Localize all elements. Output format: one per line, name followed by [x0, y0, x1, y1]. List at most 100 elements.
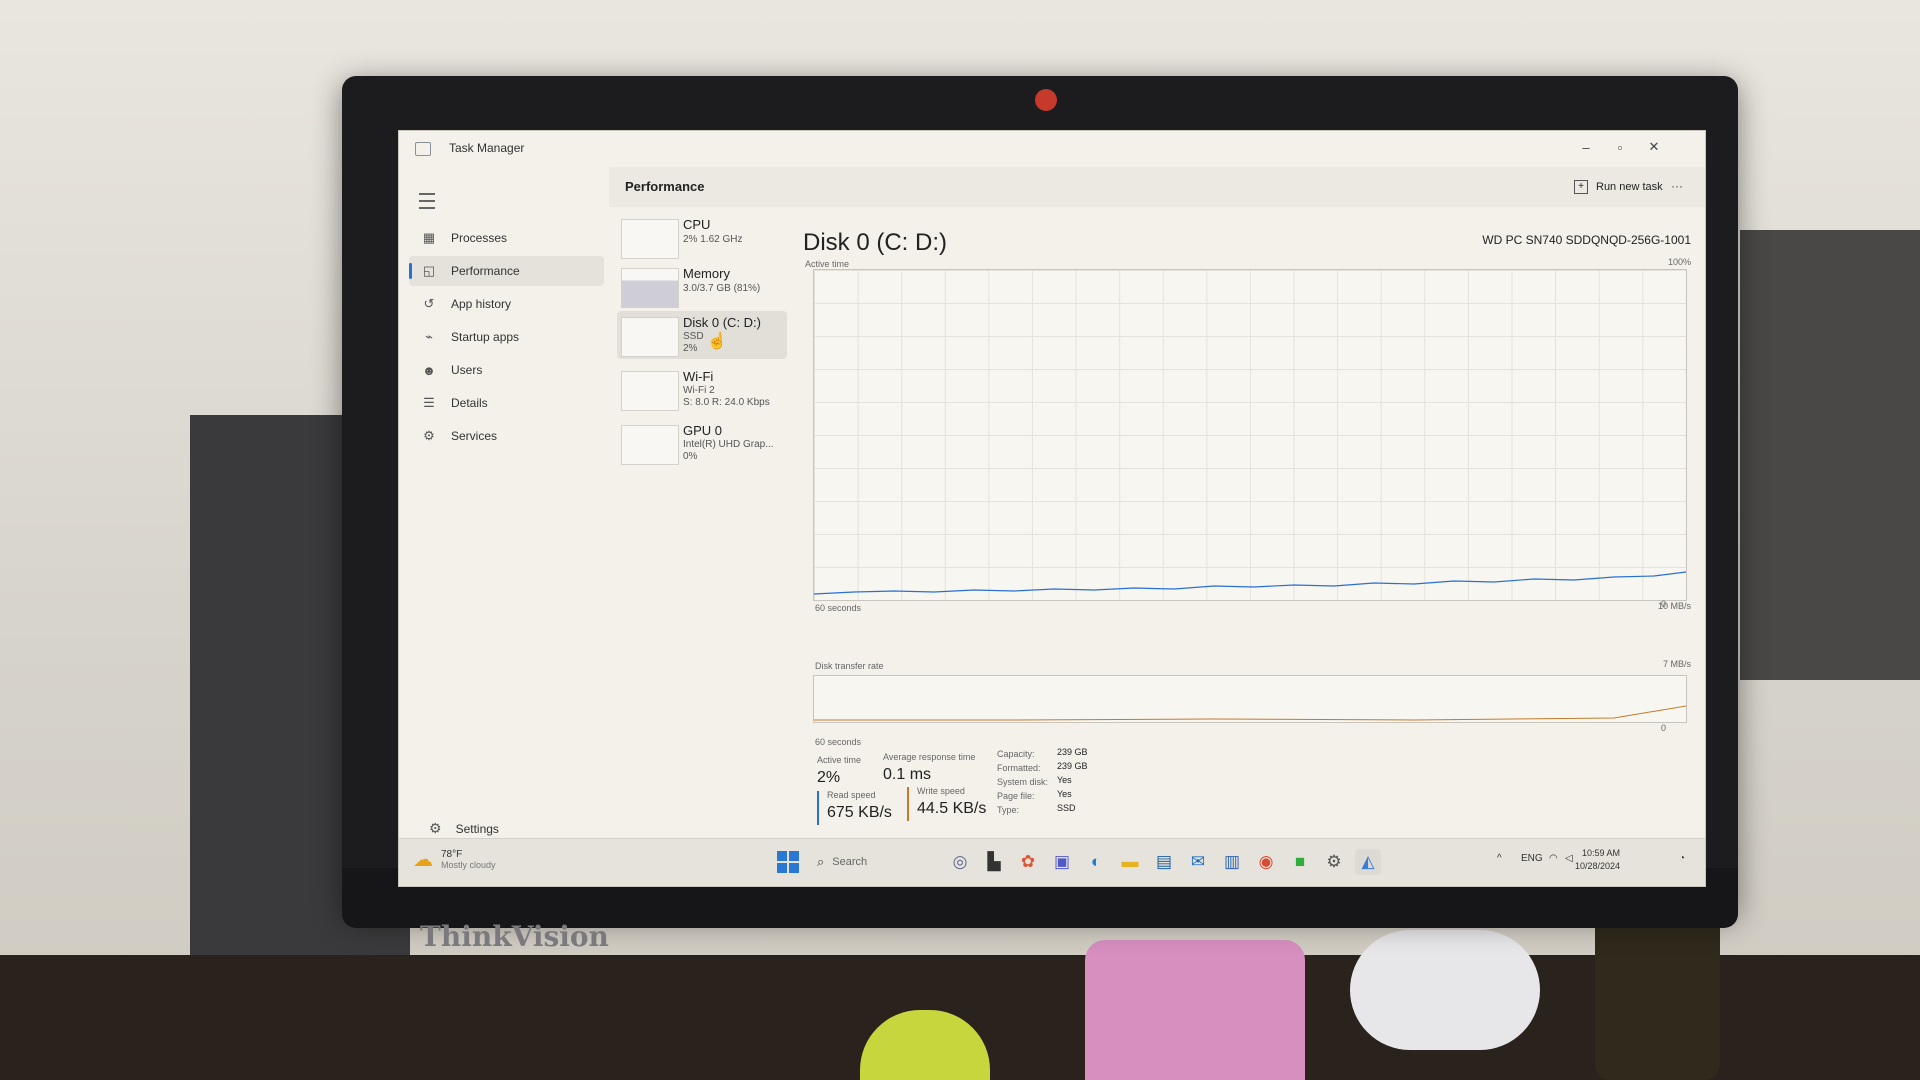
resource-tile-disk[interactable]: Disk 0 (C: D:) SSD 2% ☝: [617, 311, 787, 359]
active-time-stat-label: Active time: [817, 755, 862, 765]
system-clock[interactable]: 10:59 AM 10/28/2024: [1575, 847, 1620, 873]
search-placeholder: Search: [832, 856, 868, 868]
performance-icon: ◱: [422, 263, 436, 278]
memory-thumbnail: [621, 268, 679, 308]
sidebar-item-services[interactable]: ⚙ Services: [409, 421, 604, 451]
write-speed-label: Write speed: [917, 786, 965, 796]
type-value: SSD: [1057, 803, 1076, 813]
mouse-pointer-icon: ☝: [707, 333, 727, 350]
active-time-line: [814, 571, 1686, 595]
sidebar-item-label: Processes: [451, 231, 508, 245]
resource-usage: 2%: [683, 343, 698, 354]
minimize-button[interactable]: –: [1569, 135, 1603, 159]
sidebar-item-startup-apps[interactable]: ⌁ Startup apps: [409, 322, 604, 352]
resource-tile-memory[interactable]: Memory 3.0/3.7 GB (81%): [617, 262, 787, 310]
task-manager-taskbar-icon[interactable]: ◭: [1355, 849, 1381, 875]
title-bar[interactable]: Task Manager – ▫ ✕: [399, 131, 1705, 167]
transfer-rate-label: Disk transfer rate: [815, 661, 884, 671]
resource-tile-cpu[interactable]: CPU 2% 1.62 GHz: [617, 213, 787, 261]
seconds-label-2: 60 seconds: [815, 737, 862, 747]
wifi-icon[interactable]: ◠: [1549, 853, 1558, 864]
write-speed-stat: 44.5 KB/s: [917, 800, 987, 817]
edge-icon[interactable]: ◐: [1083, 849, 1109, 875]
resource-name: CPU: [683, 217, 711, 232]
photos-icon[interactable]: ✿: [1015, 849, 1041, 875]
app-icon[interactable]: ▥: [1219, 849, 1245, 875]
resource-list: CPU 2% 1.62 GHz Memory 3.0/3.7 GB (81%) …: [609, 207, 794, 886]
file-explorer-icon[interactable]: ▬: [1117, 849, 1143, 875]
transfer-rate-graph: [813, 675, 1687, 723]
resource-name: Wi-Fi: [683, 369, 714, 384]
run-task-icon: +: [1574, 180, 1588, 194]
services-icon: ⚙: [423, 428, 435, 443]
resource-detail: SSD: [683, 331, 704, 342]
page-file-value: Yes: [1057, 789, 1072, 799]
maximize-button[interactable]: ▫: [1603, 135, 1637, 159]
active-time-stat: 2%: [817, 769, 841, 786]
sidebar-item-processes[interactable]: ▦ Processes: [409, 223, 604, 253]
weather-widget[interactable]: ☁ 78°F Mostly cloudy: [413, 847, 496, 872]
sidebar-item-label: Details: [451, 396, 488, 410]
webcam-cover: [1035, 89, 1057, 111]
settings-button[interactable]: ⚙ Settings: [429, 820, 499, 837]
transfer-max-label: 10 MB/s: [1657, 601, 1691, 611]
more-options-button[interactable]: ···: [1671, 179, 1683, 193]
resource-tile-gpu[interactable]: GPU 0 Intel(R) UHD Grap... 0%: [617, 419, 787, 467]
sidebar-item-label: App history: [451, 297, 512, 311]
weather-temp: 78°F: [441, 849, 463, 860]
clock-time: 10:59 AM: [1582, 848, 1621, 858]
capacity-label: Capacity:: [997, 749, 1035, 759]
sidebar-item-users[interactable]: ☻ Users: [409, 355, 604, 385]
resource-name: Memory: [683, 266, 730, 281]
dark-jar: [1595, 905, 1720, 1080]
history-icon: ↺: [423, 296, 435, 311]
clock-date: 10/28/2024: [1575, 861, 1621, 871]
task-view-icon[interactable]: ▙: [981, 849, 1007, 875]
formatted-value: 239 GB: [1057, 761, 1088, 771]
content-header: Performance + Run new task ···: [609, 167, 1705, 207]
mail-icon[interactable]: ✉: [1185, 849, 1211, 875]
notification-bell-icon[interactable]: ◔: [1679, 853, 1685, 864]
hamburger-menu-icon[interactable]: [419, 193, 435, 209]
chrome-icon[interactable]: ◉: [1253, 849, 1279, 875]
read-speed-stat: 675 KB/s: [827, 804, 892, 821]
sidebar: ▦ Processes ◱ Performance ↺ App history …: [399, 167, 609, 886]
transfer-zero-label: 0: [1661, 723, 1667, 733]
task-manager-icon: [415, 142, 431, 156]
disk-title: Disk 0 (C: D:): [803, 229, 947, 256]
store-icon[interactable]: ▤: [1151, 849, 1177, 875]
sidebar-item-performance[interactable]: ◱ Performance: [409, 256, 604, 286]
volume-icon[interactable]: ◁: [1565, 853, 1573, 864]
tray-overflow-icon[interactable]: ^: [1497, 853, 1502, 864]
copilot-icon[interactable]: ◎: [947, 849, 973, 875]
start-button-windows-icon[interactable]: [777, 851, 799, 873]
startup-icon: ⌁: [425, 329, 433, 344]
write-divider: [907, 787, 909, 821]
line-icon[interactable]: ■: [1287, 849, 1313, 875]
taskbar-search[interactable]: ⌕ Search: [811, 849, 941, 875]
users-icon: ☻: [422, 362, 436, 378]
resource-detail: Wi-Fi 2: [683, 385, 715, 396]
language-indicator[interactable]: ENG: [1521, 853, 1543, 864]
resource-tile-wifi[interactable]: Wi-Fi Wi-Fi 2 S: 8.0 R: 24.0 Kbps: [617, 365, 787, 413]
pink-cup: [1085, 940, 1305, 1080]
window-title: Task Manager: [449, 141, 525, 155]
read-divider: [817, 791, 819, 825]
resource-detail: Intel(R) UHD Grap...: [683, 439, 774, 450]
sidebar-item-app-history[interactable]: ↺ App history: [409, 289, 604, 319]
close-button[interactable]: ✕: [1637, 135, 1671, 159]
run-new-task-button[interactable]: + Run new task: [1574, 176, 1663, 198]
resource-usage: 0%: [683, 451, 698, 462]
resource-detail: 2% 1.62 GHz: [683, 234, 743, 245]
system-disk-label: System disk:: [997, 777, 1049, 787]
teams-icon[interactable]: ▣: [1049, 849, 1075, 875]
resource-name: GPU 0: [683, 423, 723, 438]
sidebar-item-details[interactable]: ☰ Details: [409, 388, 604, 418]
resource-usage: S: 8.0 R: 24.0 Kbps: [683, 397, 770, 408]
sidebar-item-label: Users: [451, 363, 483, 377]
page-title: Performance: [625, 179, 705, 194]
page-file-label: Page file:: [997, 791, 1035, 801]
settings-app-icon[interactable]: ⚙: [1321, 849, 1347, 875]
read-speed-label: Read speed: [827, 790, 876, 800]
cpu-thumbnail: [621, 219, 679, 259]
